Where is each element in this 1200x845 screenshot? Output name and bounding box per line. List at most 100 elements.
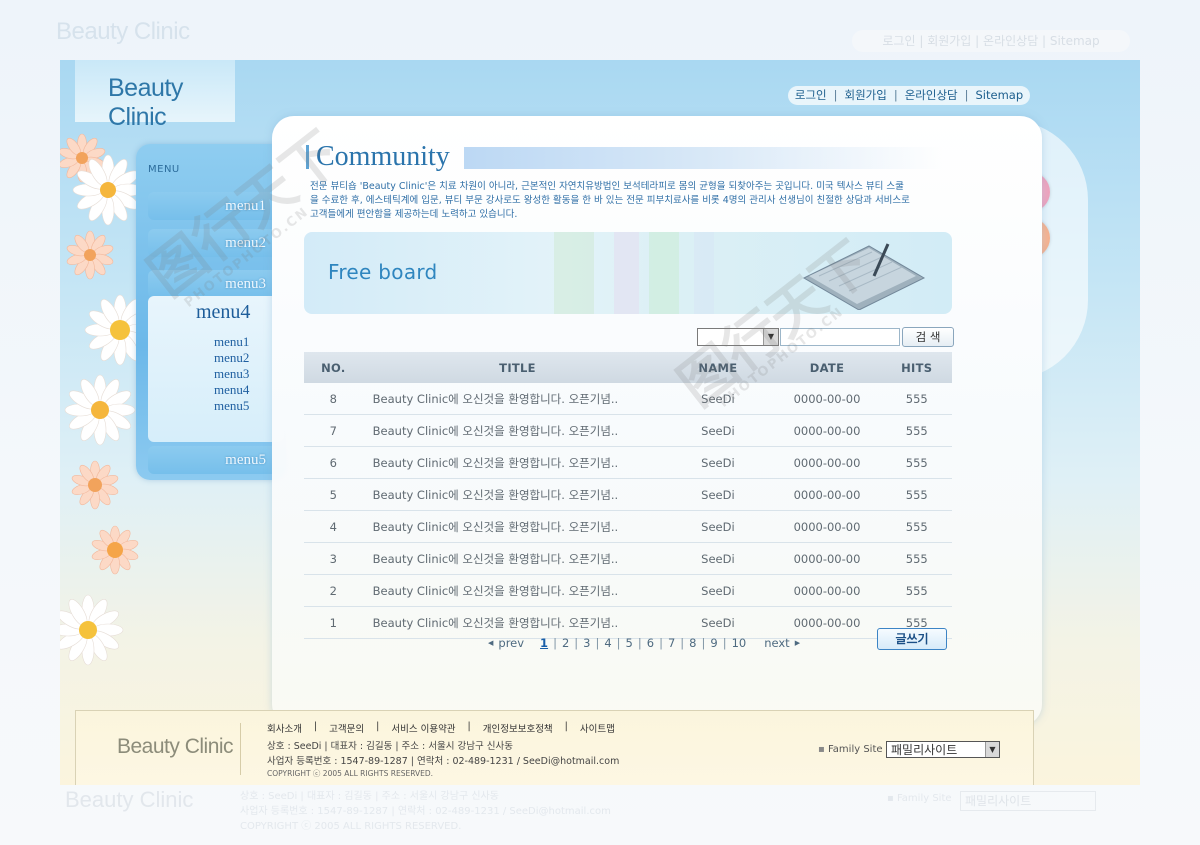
cell-date: 0000-00-00 <box>772 478 882 511</box>
page-link-2[interactable]: 2 <box>562 636 569 650</box>
footer-link-terms[interactable]: 서비스 이용약관 <box>391 721 455 735</box>
page-link-1[interactable]: 1 <box>540 636 548 650</box>
post-title-link[interactable]: Beauty Clinic에 오신것을 환영합니다. 오픈기념.. <box>362 606 664 639</box>
footer-copyright: COPYRIGHT ⓒ 2005 ALL RIGHTS RESERVED. <box>267 769 434 778</box>
cell-name: SeeDi <box>663 446 773 479</box>
cell-hits: 555 <box>881 478 952 511</box>
cell-name: SeeDi <box>663 606 773 639</box>
post-title-link[interactable]: Beauty Clinic에 오신것을 환영합니다. 오픈기념.. <box>362 574 664 607</box>
menu-title: MENU <box>148 164 180 175</box>
consult-link[interactable]: 온라인상담 <box>905 86 958 105</box>
footer-logo: Beauty Clinic <box>117 735 234 758</box>
title-gradient-bar <box>464 147 944 169</box>
cell-date: 0000-00-00 <box>772 446 882 479</box>
post-title-link[interactable]: Beauty Clinic에 오신것을 환영합니다. 오픈기념.. <box>362 383 664 415</box>
nav-separator: | <box>893 88 898 102</box>
footer-links: 회사소개 | 고객문의 | 서비스 이용약관 | 개인정보보호정책 | 사이트맵 <box>267 721 615 735</box>
cell-no: 3 <box>304 542 363 575</box>
ghost-logo: Beauty Clinic <box>56 18 190 45</box>
cell-no: 5 <box>304 478 363 511</box>
search-button[interactable]: 검 색 <box>902 327 954 347</box>
table-row: 1 Beauty Clinic에 오신것을 환영합니다. 오픈기념.. SeeD… <box>304 606 952 639</box>
footer: Beauty Clinic 회사소개 | 고객문의 | 서비스 이용약관 | 개인정보… <box>75 710 1034 785</box>
footer-divider <box>240 723 241 775</box>
col-header-title: TITLE <box>362 352 664 383</box>
submenu-item-4[interactable]: menu4 <box>214 382 249 398</box>
footer-link-about[interactable]: 회사소개 <box>267 721 302 735</box>
board-title: Free board <box>328 260 438 284</box>
page-link-7[interactable]: 7 <box>668 636 675 650</box>
table-header-row: NO. TITLE NAME DATE HITS <box>304 352 952 383</box>
sitemap-link[interactable]: Sitemap <box>975 86 1023 105</box>
cell-date: 0000-00-00 <box>772 542 882 575</box>
cell-date: 0000-00-00 <box>772 383 882 415</box>
submenu-item-5[interactable]: menu5 <box>214 398 249 414</box>
page-link-10[interactable]: 10 <box>732 636 747 650</box>
next-page-link[interactable]: next <box>764 636 789 650</box>
table-row: 8 Beauty Clinic에 오신것을 환영합니다. 오픈기념.. SeeD… <box>304 383 952 415</box>
submenu-item-3[interactable]: menu3 <box>214 366 249 382</box>
post-title-link[interactable]: Beauty Clinic에 오신것을 환영합니다. 오픈기념.. <box>362 542 664 575</box>
cell-hits: 555 <box>881 574 952 607</box>
footer-company-info: 상호 : SeeDi | 대표자 : 김길동 | 주소 : 서울시 강남구 신사… <box>267 741 513 752</box>
col-header-hits: HITS <box>881 352 952 383</box>
write-button[interactable]: 글쓰기 <box>877 628 947 650</box>
ghost-family-label: ▪ Family Site <box>887 793 952 804</box>
page-link-4[interactable]: 4 <box>604 636 611 650</box>
family-site-select[interactable]: 패밀리사이트 ▼ <box>886 741 1000 758</box>
cell-date: 0000-00-00 <box>772 510 882 543</box>
post-title-link[interactable]: Beauty Clinic에 오신것을 환영합니다. 오픈기념.. <box>362 510 664 543</box>
prev-page-link[interactable]: prev <box>498 636 524 650</box>
join-link[interactable]: 회원가입 <box>845 86 887 105</box>
menu-item-4[interactable]: menu4 <box>196 301 250 324</box>
cell-hits: 555 <box>881 446 952 479</box>
table-row: 4 Beauty Clinic에 오신것을 환영합니다. 오픈기념.. SeeD… <box>304 510 952 543</box>
top-navigation: 로그인 | 회원가입 | 온라인상담 | Sitemap <box>788 86 1030 105</box>
cell-name: SeeDi <box>663 510 773 543</box>
cell-name: SeeDi <box>663 478 773 511</box>
footer-contact-info: 사업자 등록번호 : 1547-89-1287 | 연락처 : 02-489-1… <box>267 756 620 767</box>
ghost-footer-info: 상호 : SeeDi | 대표자 : 김길동 | 주소 : 서울시 강남구 신사… <box>240 791 611 832</box>
table-row: 3 Beauty Clinic에 오신것을 환영합니다. 오픈기념.. SeeD… <box>304 542 952 575</box>
cell-no: 2 <box>304 574 363 607</box>
cell-hits: 555 <box>881 542 952 575</box>
menu-item-4-expanded: menu4 menu1 menu2 menu3 menu4 menu5 <box>148 296 284 442</box>
cell-name: SeeDi <box>663 574 773 607</box>
menu-item-5[interactable]: menu5 <box>148 446 284 474</box>
prev-arrow-icon: ◀ <box>488 639 494 647</box>
site-frame: Beauty Clinic 로그인 | 회원가입 | 온라인상담 | Sitem… <box>60 60 1140 785</box>
table-row: 6 Beauty Clinic에 오신것을 환영합니다. 오픈기념.. SeeD… <box>304 446 952 479</box>
cell-no: 4 <box>304 510 363 543</box>
page-link-9[interactable]: 9 <box>710 636 717 650</box>
intro-text: 전문 뷰티숍 'Beauty Clinic'은 치료 차원이 아니라, 근본적인… <box>310 181 910 220</box>
nav-separator: | <box>964 88 969 102</box>
submenu-item-1[interactable]: menu1 <box>214 334 249 350</box>
family-site-label: ▪ Family Site <box>818 744 883 755</box>
page-link-6[interactable]: 6 <box>647 636 654 650</box>
page-link-8[interactable]: 8 <box>689 636 696 650</box>
login-link[interactable]: 로그인 <box>795 86 827 105</box>
ghost-topnav: 로그인 | 회원가입 | 온라인상담 | Sitemap <box>852 30 1130 52</box>
pagination: ◀ prev 1 | 2 | 3 | 4 | 5 | 6 | 7 | 8 | 9 | 10 nex… <box>488 636 801 650</box>
ghost-footer: Beauty Clinic 상호 : SeeDi | 대표자 : 김길동 | 주… <box>55 785 1130 845</box>
page-link-3[interactable]: 3 <box>583 636 590 650</box>
cell-no: 1 <box>304 606 363 639</box>
logo-tab: Beauty Clinic <box>75 60 235 131</box>
cell-name: SeeDi <box>663 414 773 447</box>
post-title-link[interactable]: Beauty Clinic에 오신것을 환영합니다. 오픈기념.. <box>362 478 664 511</box>
ghost-family-select: 패밀리사이트 <box>960 791 1096 811</box>
footer-link-sitemap[interactable]: 사이트맵 <box>580 721 615 735</box>
cell-no: 7 <box>304 414 363 447</box>
cell-hits: 555 <box>881 414 952 447</box>
board-table: NO. TITLE NAME DATE HITS 8 Beauty Clinic… <box>304 352 952 639</box>
footer-link-privacy[interactable]: 개인정보보호정책 <box>483 721 553 735</box>
content-panel: Community 전문 뷰티숍 'Beauty Clinic'은 치료 차원이… <box>272 116 1042 726</box>
footer-link-contact[interactable]: 고객문의 <box>329 721 364 735</box>
dropdown-arrow-icon: ▼ <box>985 742 999 757</box>
table-row: 7 Beauty Clinic에 오신것을 환영합니다. 오픈기념.. SeeD… <box>304 414 952 447</box>
ghost-footer-logo: Beauty Clinic <box>65 787 194 812</box>
page-link-5[interactable]: 5 <box>626 636 633 650</box>
post-title-link[interactable]: Beauty Clinic에 오신것을 환영합니다. 오픈기념.. <box>362 446 664 479</box>
post-title-link[interactable]: Beauty Clinic에 오신것을 환영합니다. 오픈기념.. <box>362 414 664 447</box>
submenu-item-2[interactable]: menu2 <box>214 350 249 366</box>
